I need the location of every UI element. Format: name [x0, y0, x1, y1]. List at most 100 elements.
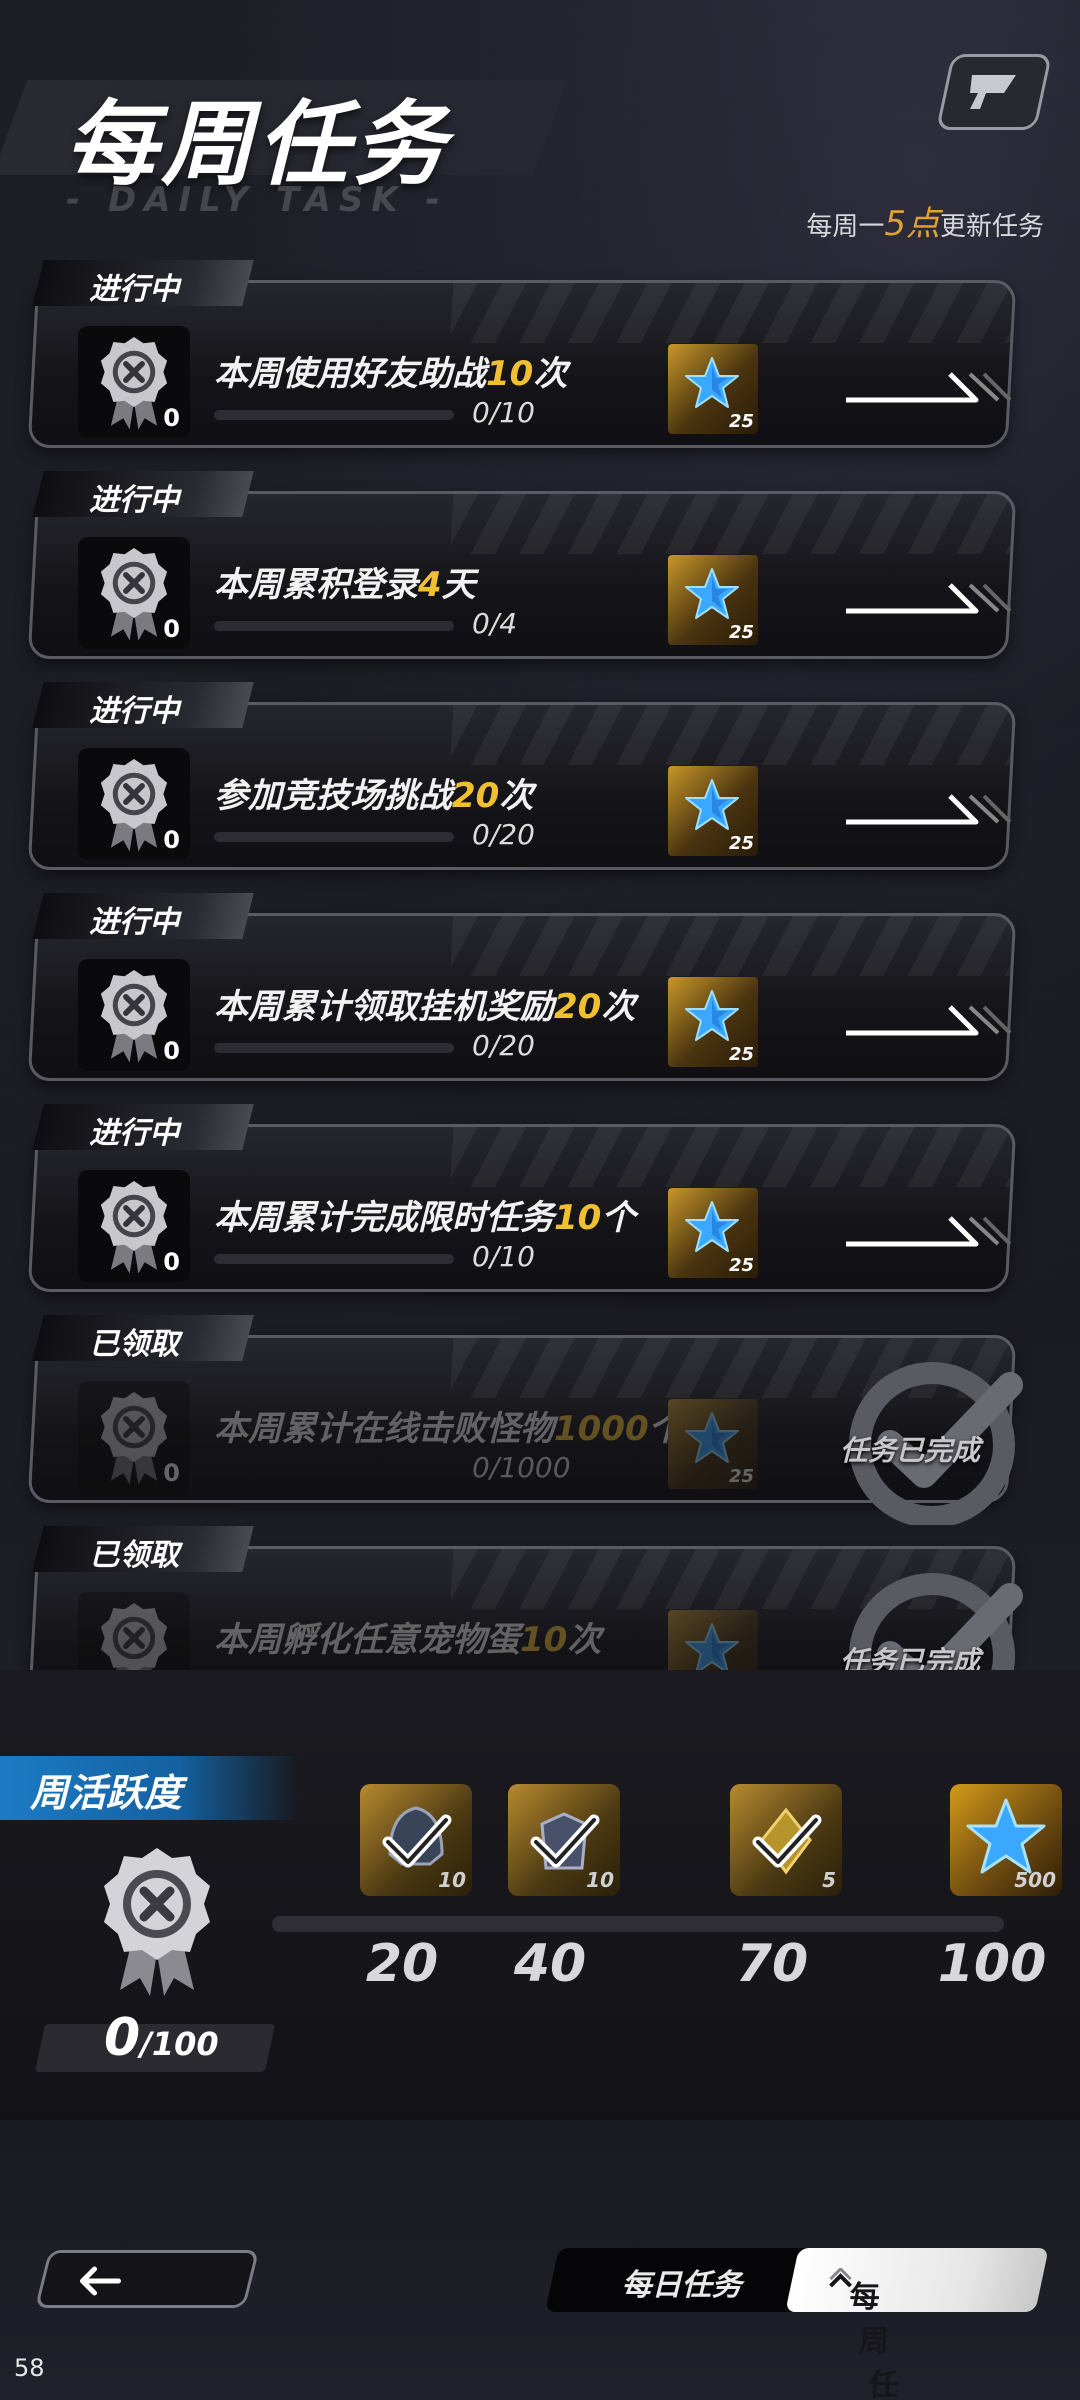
- task-name: 本周累计完成限时任务10个: [214, 1198, 636, 1236]
- task-item[interactable]: 进行中 0 本周累计完成限时任务10个 0/10 25: [27, 1094, 1017, 1294]
- activity-progress-bar: [272, 1916, 1004, 1932]
- milestone-reward[interactable]: 5: [730, 1784, 842, 1896]
- milestone-reward[interactable]: 500: [950, 1784, 1062, 1896]
- activity-score: 0/100: [104, 2008, 219, 2068]
- go-arrow-icon: [846, 372, 1012, 403]
- task-progress-bar: [214, 1043, 454, 1053]
- star-icon: [685, 568, 739, 619]
- milestone-reward[interactable]: 10: [360, 1784, 472, 1896]
- reward-count: 25: [728, 833, 754, 854]
- task-item[interactable]: 进行中 0 本周累计领取挂机奖励20次 0/20 25: [27, 883, 1017, 1083]
- milestone-reward-count: 10: [438, 1868, 466, 1892]
- task-medal: 0: [78, 537, 190, 649]
- milestone-value: 40: [513, 1934, 587, 1994]
- milestone-reward-count: 500: [1014, 1868, 1056, 1892]
- task-progress-text: 0/20: [472, 1029, 535, 1062]
- reward-count: 25: [728, 1044, 754, 1065]
- star-icon: [685, 779, 739, 830]
- task-medal: 0: [78, 326, 190, 438]
- task-progress-text: 0/4: [472, 607, 518, 640]
- go-arrow-icon: [846, 1216, 1012, 1247]
- reward-count: 25: [728, 411, 754, 432]
- zigzag-divider-top: [0, 1670, 1080, 1690]
- milestone-value: 20: [365, 1934, 439, 1994]
- task-progress-text: 0/10: [472, 396, 535, 429]
- task-status-tag: 进行中: [32, 893, 254, 940]
- task-status-tag: 已领取: [32, 1315, 254, 1362]
- activity-label: 周活跃度: [0, 1756, 300, 1820]
- star-icon: [685, 990, 739, 1041]
- go-button[interactable]: [842, 571, 1012, 625]
- completed-label: 任务已完成: [840, 1434, 981, 1467]
- medal-count: 0: [163, 1037, 180, 1065]
- task-name: 本周使用好友助战10次: [214, 354, 568, 392]
- task-progress-text: 0/20: [472, 818, 535, 851]
- medal-count: 0: [163, 1459, 180, 1487]
- medal-count: 0: [163, 615, 180, 643]
- return-button[interactable]: [935, 54, 1053, 130]
- page-subtitle: - DAILY TASK -: [66, 180, 448, 220]
- task-item[interactable]: 进行中 0 参加竞技场挑战20次 0/20 25: [27, 672, 1017, 872]
- task-progress-bar: [214, 832, 454, 842]
- task-list[interactable]: 进行中 0 本周使用好友助战10次 0/10 25 进行中 0 本周累积登录4天…: [0, 250, 1080, 1670]
- go-button[interactable]: [842, 360, 1012, 414]
- reward-item[interactable]: 25: [668, 1399, 758, 1489]
- milestone-reward-count: 5: [822, 1868, 836, 1892]
- weekly-activity-panel: 周活跃度 0/100 10 20 10 40 5 70 500 100: [0, 1670, 1080, 2140]
- go-button[interactable]: [842, 782, 1012, 836]
- task-name: 参加竞技场挑战20次: [214, 776, 534, 814]
- task-medal: 0: [78, 1170, 190, 1282]
- star-icon: [685, 1412, 739, 1463]
- reward-item[interactable]: 25: [668, 555, 758, 645]
- reward-item[interactable]: 25: [668, 766, 758, 856]
- milestone-value: 70: [735, 1934, 809, 1994]
- task-medal: 0: [78, 1381, 190, 1493]
- task-name: 本周累计领取挂机奖励20次: [214, 987, 636, 1025]
- task-medal: 0: [78, 748, 190, 860]
- task-status-tag: 已领取: [32, 1526, 254, 1573]
- task-progress-bar: [214, 621, 454, 631]
- task-status-tag: 进行中: [32, 1104, 254, 1151]
- star-icon: [685, 1201, 739, 1252]
- star-icon: [685, 357, 739, 408]
- task-progress-bar: [214, 1254, 454, 1264]
- task-progress-text: 0/10: [472, 1240, 535, 1273]
- medal-count: 0: [163, 404, 180, 432]
- fps-counter: 58: [14, 2354, 45, 2382]
- milestone-value: 100: [937, 1934, 1047, 1994]
- page-header: 每周任务: [0, 60, 568, 198]
- task-status-tag: 进行中: [32, 260, 254, 307]
- medal-count: 0: [163, 826, 180, 854]
- milestone-reward-count: 10: [586, 1868, 614, 1892]
- go-button[interactable]: [842, 1204, 1012, 1258]
- task-progress-bar: [214, 410, 454, 420]
- refresh-note: 每周一5点更新任务: [806, 204, 1044, 244]
- go-arrow-icon: [846, 1005, 1012, 1036]
- task-status-tag: 进行中: [32, 471, 254, 518]
- medal-icon: [104, 1848, 210, 1996]
- reward-item[interactable]: 25: [668, 344, 758, 434]
- reward-count: 25: [728, 622, 754, 643]
- task-status-tag: 进行中: [32, 682, 254, 729]
- reward-count: 25: [728, 1466, 754, 1487]
- go-button[interactable]: [842, 993, 1012, 1047]
- go-arrow-icon: [846, 794, 1012, 825]
- arrow-left-icon: [80, 2266, 122, 2296]
- task-tabs: 每日任务 每周任务: [545, 2248, 1049, 2400]
- task-item[interactable]: 进行中 0 本周使用好友助战10次 0/10 25: [27, 250, 1017, 450]
- return-icon: [970, 75, 1016, 109]
- task-item[interactable]: 已领取 0 本周累计在线击败怪物1000个 0/1000 25: [27, 1305, 1023, 1528]
- task-name: 本周累积登录4天: [214, 565, 476, 603]
- task-item[interactable]: 已领取 0 本周孵化任意宠物蛋10次: [27, 1516, 1023, 1670]
- reward-item[interactable]: 25: [668, 977, 758, 1067]
- tab-weekly-tasks[interactable]: 每周任务: [785, 2248, 1049, 2400]
- task-item[interactable]: 进行中 0 本周累积登录4天 0/4 25: [27, 461, 1017, 661]
- milestone-reward[interactable]: 10: [508, 1784, 620, 1896]
- reward-item[interactable]: 25: [668, 1188, 758, 1278]
- task-name: 本周累计在线击败怪物1000个: [214, 1409, 674, 1447]
- back-button[interactable]: [34, 2250, 260, 2308]
- reward-count: 25: [728, 1255, 754, 1276]
- task-medal: 0: [78, 959, 190, 1071]
- task-progress-text: 0/1000: [472, 1451, 571, 1484]
- medal-count: 0: [163, 1248, 180, 1276]
